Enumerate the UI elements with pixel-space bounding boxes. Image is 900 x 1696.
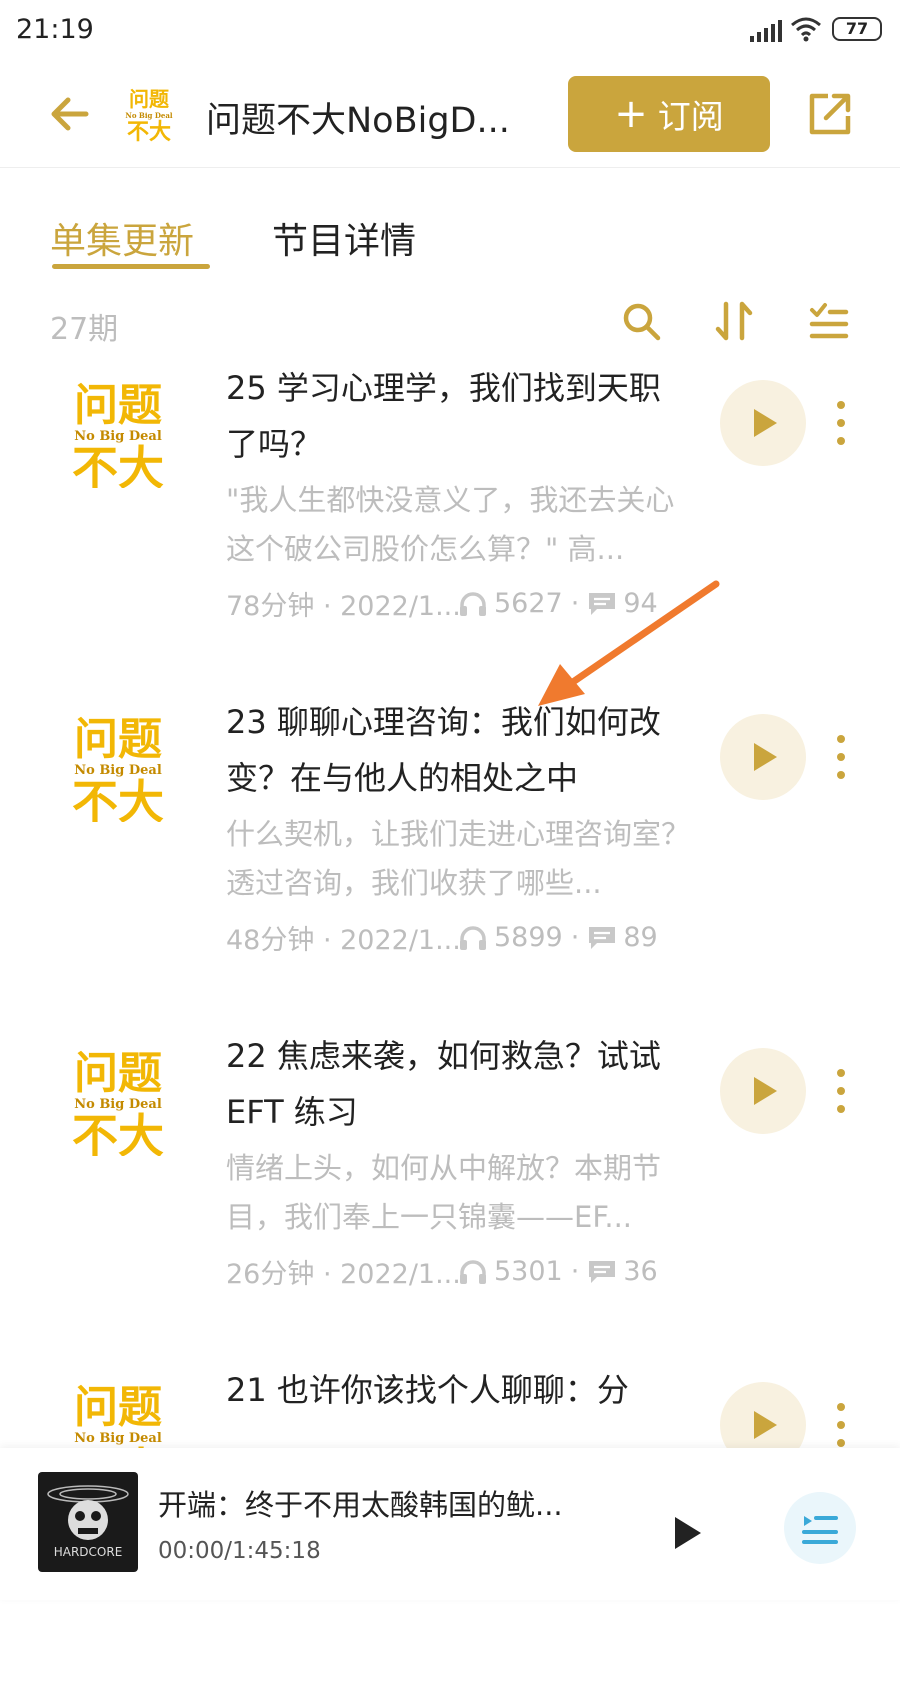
comment-icon bbox=[589, 926, 616, 949]
play-icon bbox=[675, 1517, 701, 1549]
wifi-icon bbox=[791, 17, 821, 42]
more-options-icon[interactable] bbox=[834, 1400, 848, 1450]
back-arrow-icon[interactable] bbox=[46, 90, 94, 138]
sort-icon[interactable] bbox=[712, 298, 758, 344]
svg-text:问题: 问题 bbox=[74, 1382, 162, 1433]
svg-text:不大: 不大 bbox=[72, 775, 164, 822]
meta-separator: · bbox=[570, 1256, 580, 1287]
playlist-button[interactable] bbox=[784, 1492, 856, 1564]
podcast-logo: 问题 No Big Deal 不大 bbox=[72, 714, 164, 822]
comment-count: 94 bbox=[623, 588, 658, 619]
meta-separator: · bbox=[570, 588, 580, 619]
svg-text:不大: 不大 bbox=[127, 120, 171, 142]
svg-text:HARDCORE: HARDCORE bbox=[54, 1545, 123, 1559]
comment-count: 89 bbox=[623, 922, 658, 953]
more-options-icon[interactable] bbox=[834, 732, 848, 782]
svg-text:问题: 问题 bbox=[74, 380, 162, 431]
podcast-logo-small: 问题 No Big Deal 不大 bbox=[125, 87, 172, 142]
episode-title[interactable]: 23 聊聊心理咨询：我们如何改变？在与他人的相处之中 bbox=[226, 694, 686, 806]
svg-text:不大: 不大 bbox=[72, 441, 164, 488]
subscribe-label: 订阅 bbox=[657, 97, 724, 136]
playlist-icon bbox=[802, 1516, 838, 1544]
tab-episodes[interactable]: 单集更新 bbox=[50, 212, 194, 264]
svg-text:问题: 问题 bbox=[129, 87, 170, 111]
episode-play-button[interactable] bbox=[720, 1048, 806, 1134]
episode-item[interactable]: 问题 No Big Deal 不大 23 聊聊心理咨询：我们如何改变？在与他人的… bbox=[0, 688, 900, 1028]
podcast-logo: 问题 No Big Deal 不大 bbox=[72, 1048, 164, 1156]
episode-description: 什么契机，让我们走进心理咨询室？透过咨询，我们收获了哪些... bbox=[226, 817, 691, 900]
search-icon[interactable] bbox=[618, 298, 664, 344]
episode-meta: 48分钟 · 2022/1... 5899 · 89 bbox=[226, 918, 696, 957]
svg-text:问题: 问题 bbox=[74, 1048, 162, 1099]
comment-icon bbox=[589, 592, 616, 615]
headphones-icon bbox=[460, 925, 486, 950]
episode-item[interactable]: 问题 No Big Deal 不大 22 焦虑来袭，如何救急？试试 EFT 练习… bbox=[0, 1022, 900, 1362]
now-playing-time: 00:00/1:45:18 bbox=[158, 1538, 321, 1564]
share-icon[interactable] bbox=[806, 90, 854, 138]
plus-icon: + bbox=[614, 91, 648, 137]
now-playing-title: 开端：终于不用太酸韩国的鱿... bbox=[158, 1488, 563, 1522]
play-icon bbox=[754, 409, 777, 437]
episode-play-button[interactable] bbox=[720, 380, 806, 466]
podcast-logo: 问题 No Big Deal 不大 bbox=[72, 380, 164, 488]
episode-play-button[interactable] bbox=[720, 714, 806, 800]
subscribe-button[interactable]: + 订阅 bbox=[568, 76, 770, 152]
comment-count: 36 bbox=[623, 1256, 658, 1287]
more-options-icon[interactable] bbox=[834, 1066, 848, 1116]
play-icon bbox=[754, 743, 777, 771]
signal-icon bbox=[750, 20, 782, 42]
episode-count: 27期 bbox=[50, 312, 119, 347]
episode-meta: 78分钟 · 2022/1... 5627 · 94 bbox=[226, 584, 696, 623]
play-count: 5301 bbox=[494, 1256, 563, 1287]
episode-meta: 26分钟 · 2022/1... 5301 · 36 bbox=[226, 1252, 696, 1291]
episode-title[interactable]: 21 也许你该找个人聊聊：分 bbox=[226, 1362, 686, 1418]
status-time: 21:19 bbox=[16, 14, 94, 45]
episode-duration-date: 26分钟 · 2022/1... bbox=[226, 1259, 458, 1290]
headphones-icon bbox=[460, 591, 486, 616]
tab-bar: 单集更新 节目详情 bbox=[0, 168, 900, 276]
episode-duration-date: 78分钟 · 2022/1... bbox=[226, 591, 458, 622]
meta-separator: · bbox=[570, 922, 580, 953]
episode-title[interactable]: 22 焦虑来袭，如何救急？试试 EFT 练习 bbox=[226, 1028, 686, 1140]
episode-duration-date: 48分钟 · 2022/1... bbox=[226, 925, 458, 956]
status-bar: 21:19 77 bbox=[0, 0, 900, 62]
now-playing-cover: HARDCORE bbox=[38, 1472, 138, 1572]
mini-player[interactable]: HARDCORE 开端：终于不用太酸韩国的鱿... 00:00/1:45:18 bbox=[0, 1448, 900, 1600]
mini-player-play-button[interactable] bbox=[640, 1488, 730, 1578]
tab-underline bbox=[52, 264, 210, 269]
comment-icon bbox=[589, 1260, 616, 1283]
episode-toolbar: 27期 bbox=[0, 290, 900, 350]
svg-text:不大: 不大 bbox=[72, 1109, 164, 1156]
svg-text:问题: 问题 bbox=[74, 714, 162, 765]
more-options-icon[interactable] bbox=[834, 398, 848, 448]
episode-description: "我人生都快没意义了，我还去关心这个破公司股价怎么算？" 高... bbox=[226, 483, 675, 566]
episode-title[interactable]: 25 学习心理学，我们找到天职了吗？ bbox=[226, 360, 686, 472]
headphones-icon bbox=[460, 1259, 486, 1284]
podcast-title: 问题不大NoBigD... bbox=[206, 101, 510, 141]
batch-select-icon[interactable] bbox=[806, 298, 852, 344]
play-count: 5627 bbox=[494, 588, 563, 619]
play-count: 5899 bbox=[494, 922, 563, 953]
svg-text:No Big Deal: No Big Deal bbox=[125, 111, 172, 120]
episode-item[interactable]: 问题 No Big Deal 不大 25 学习心理学，我们找到天职了吗？ "我人生… bbox=[0, 354, 900, 694]
episode-description: 情绪上头，如何从中解放？本期节目，我们奉上一只锦囊——EF... bbox=[226, 1151, 662, 1234]
play-icon bbox=[754, 1077, 777, 1105]
tab-details[interactable]: 节目详情 bbox=[272, 212, 416, 264]
top-bar: 问题 No Big Deal 不大 问题不大NoBigD... + 订阅 bbox=[0, 62, 900, 168]
battery-indicator: 77 bbox=[832, 17, 882, 41]
play-icon bbox=[754, 1411, 777, 1439]
